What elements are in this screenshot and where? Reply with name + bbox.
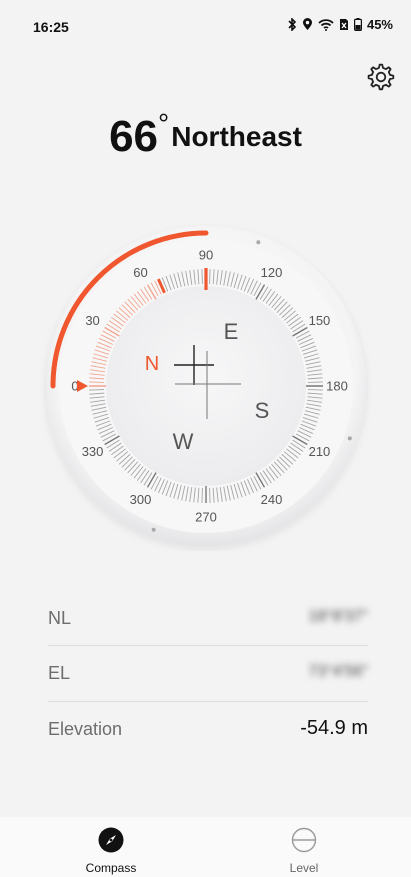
battery-icon (353, 18, 362, 31)
compass-svg: 0306090120150180210240270300330 N E S W (46, 226, 366, 546)
compass-tick (307, 381, 323, 383)
nav-tab-level[interactable]: Level (244, 817, 364, 877)
level-icon (291, 827, 317, 853)
longitude-label: EL (48, 663, 71, 683)
location-icon (302, 18, 312, 30)
compass-face (106, 286, 306, 486)
degree-label: 300 (130, 492, 152, 507)
cardinal-w: W (173, 429, 194, 454)
elevation-row: Elevation -54.9 m (48, 703, 368, 757)
latitude-value: 18°8'37" (308, 608, 368, 625)
info-divider (48, 645, 368, 646)
status-icons: 45% (287, 17, 393, 32)
compass-tick (201, 269, 203, 285)
heading-direction: Northeast (171, 121, 302, 152)
compass-tick (209, 269, 211, 285)
compass-tick (201, 487, 203, 503)
no-sim-icon (339, 19, 348, 30)
degree-label: 30 (85, 313, 99, 328)
cardinal-e: E (224, 319, 239, 344)
compass-icon (98, 827, 124, 853)
latitude-row: NL 18°8'37" (48, 592, 368, 646)
bezel-dot (256, 240, 261, 245)
degree-label: 150 (309, 313, 331, 328)
wifi-icon (318, 18, 334, 31)
compass-dial: 0 30 60 90 120 150 180 210 240 270 300 330 N E S W (41, 221, 371, 551)
degree-label: 60 (133, 265, 147, 280)
degree-label: 120 (261, 265, 283, 280)
latitude-label: NL (48, 608, 72, 628)
compass-tick (209, 487, 211, 503)
cardinal-s: S (255, 398, 270, 423)
status-bar: 16:25 45% (0, 0, 411, 52)
degree-label: 180 (326, 379, 348, 394)
elevation-value: -54.9 m (300, 717, 368, 739)
compass-tick (89, 389, 105, 391)
cardinal-n: N (145, 353, 159, 375)
degree-label: 90 (199, 248, 213, 263)
degree-label: 210 (309, 444, 331, 459)
bezel-dot (347, 436, 352, 441)
bottom-nav: Compass Level (0, 817, 411, 877)
elevation-label: Elevation (48, 719, 123, 739)
degree-label: 330 (82, 444, 104, 459)
gear-icon (367, 63, 395, 91)
degree-label: 240 (261, 492, 283, 507)
longitude-value: 73°4'56" (308, 663, 368, 680)
bezel-dot (151, 527, 156, 532)
heading-readout: 66°Northeast (0, 108, 411, 162)
bluetooth-icon (288, 18, 297, 31)
settings-button[interactable] (366, 62, 396, 92)
longitude-row: EL 73°4'56" (48, 647, 368, 701)
info-divider (48, 701, 368, 702)
compass-tick (89, 381, 105, 383)
degree-label: 270 (195, 510, 217, 525)
nav-label-level: Level (289, 861, 319, 875)
battery-percent: 45% (366, 17, 393, 32)
compass-tick (307, 389, 323, 391)
nav-tab-compass[interactable]: Compass (51, 817, 171, 877)
heading-degrees: 66 (109, 112, 159, 161)
nav-label-compass: Compass (85, 861, 137, 875)
status-time: 16:25 (33, 19, 69, 35)
heading-degree-symbol: ° (158, 108, 170, 139)
